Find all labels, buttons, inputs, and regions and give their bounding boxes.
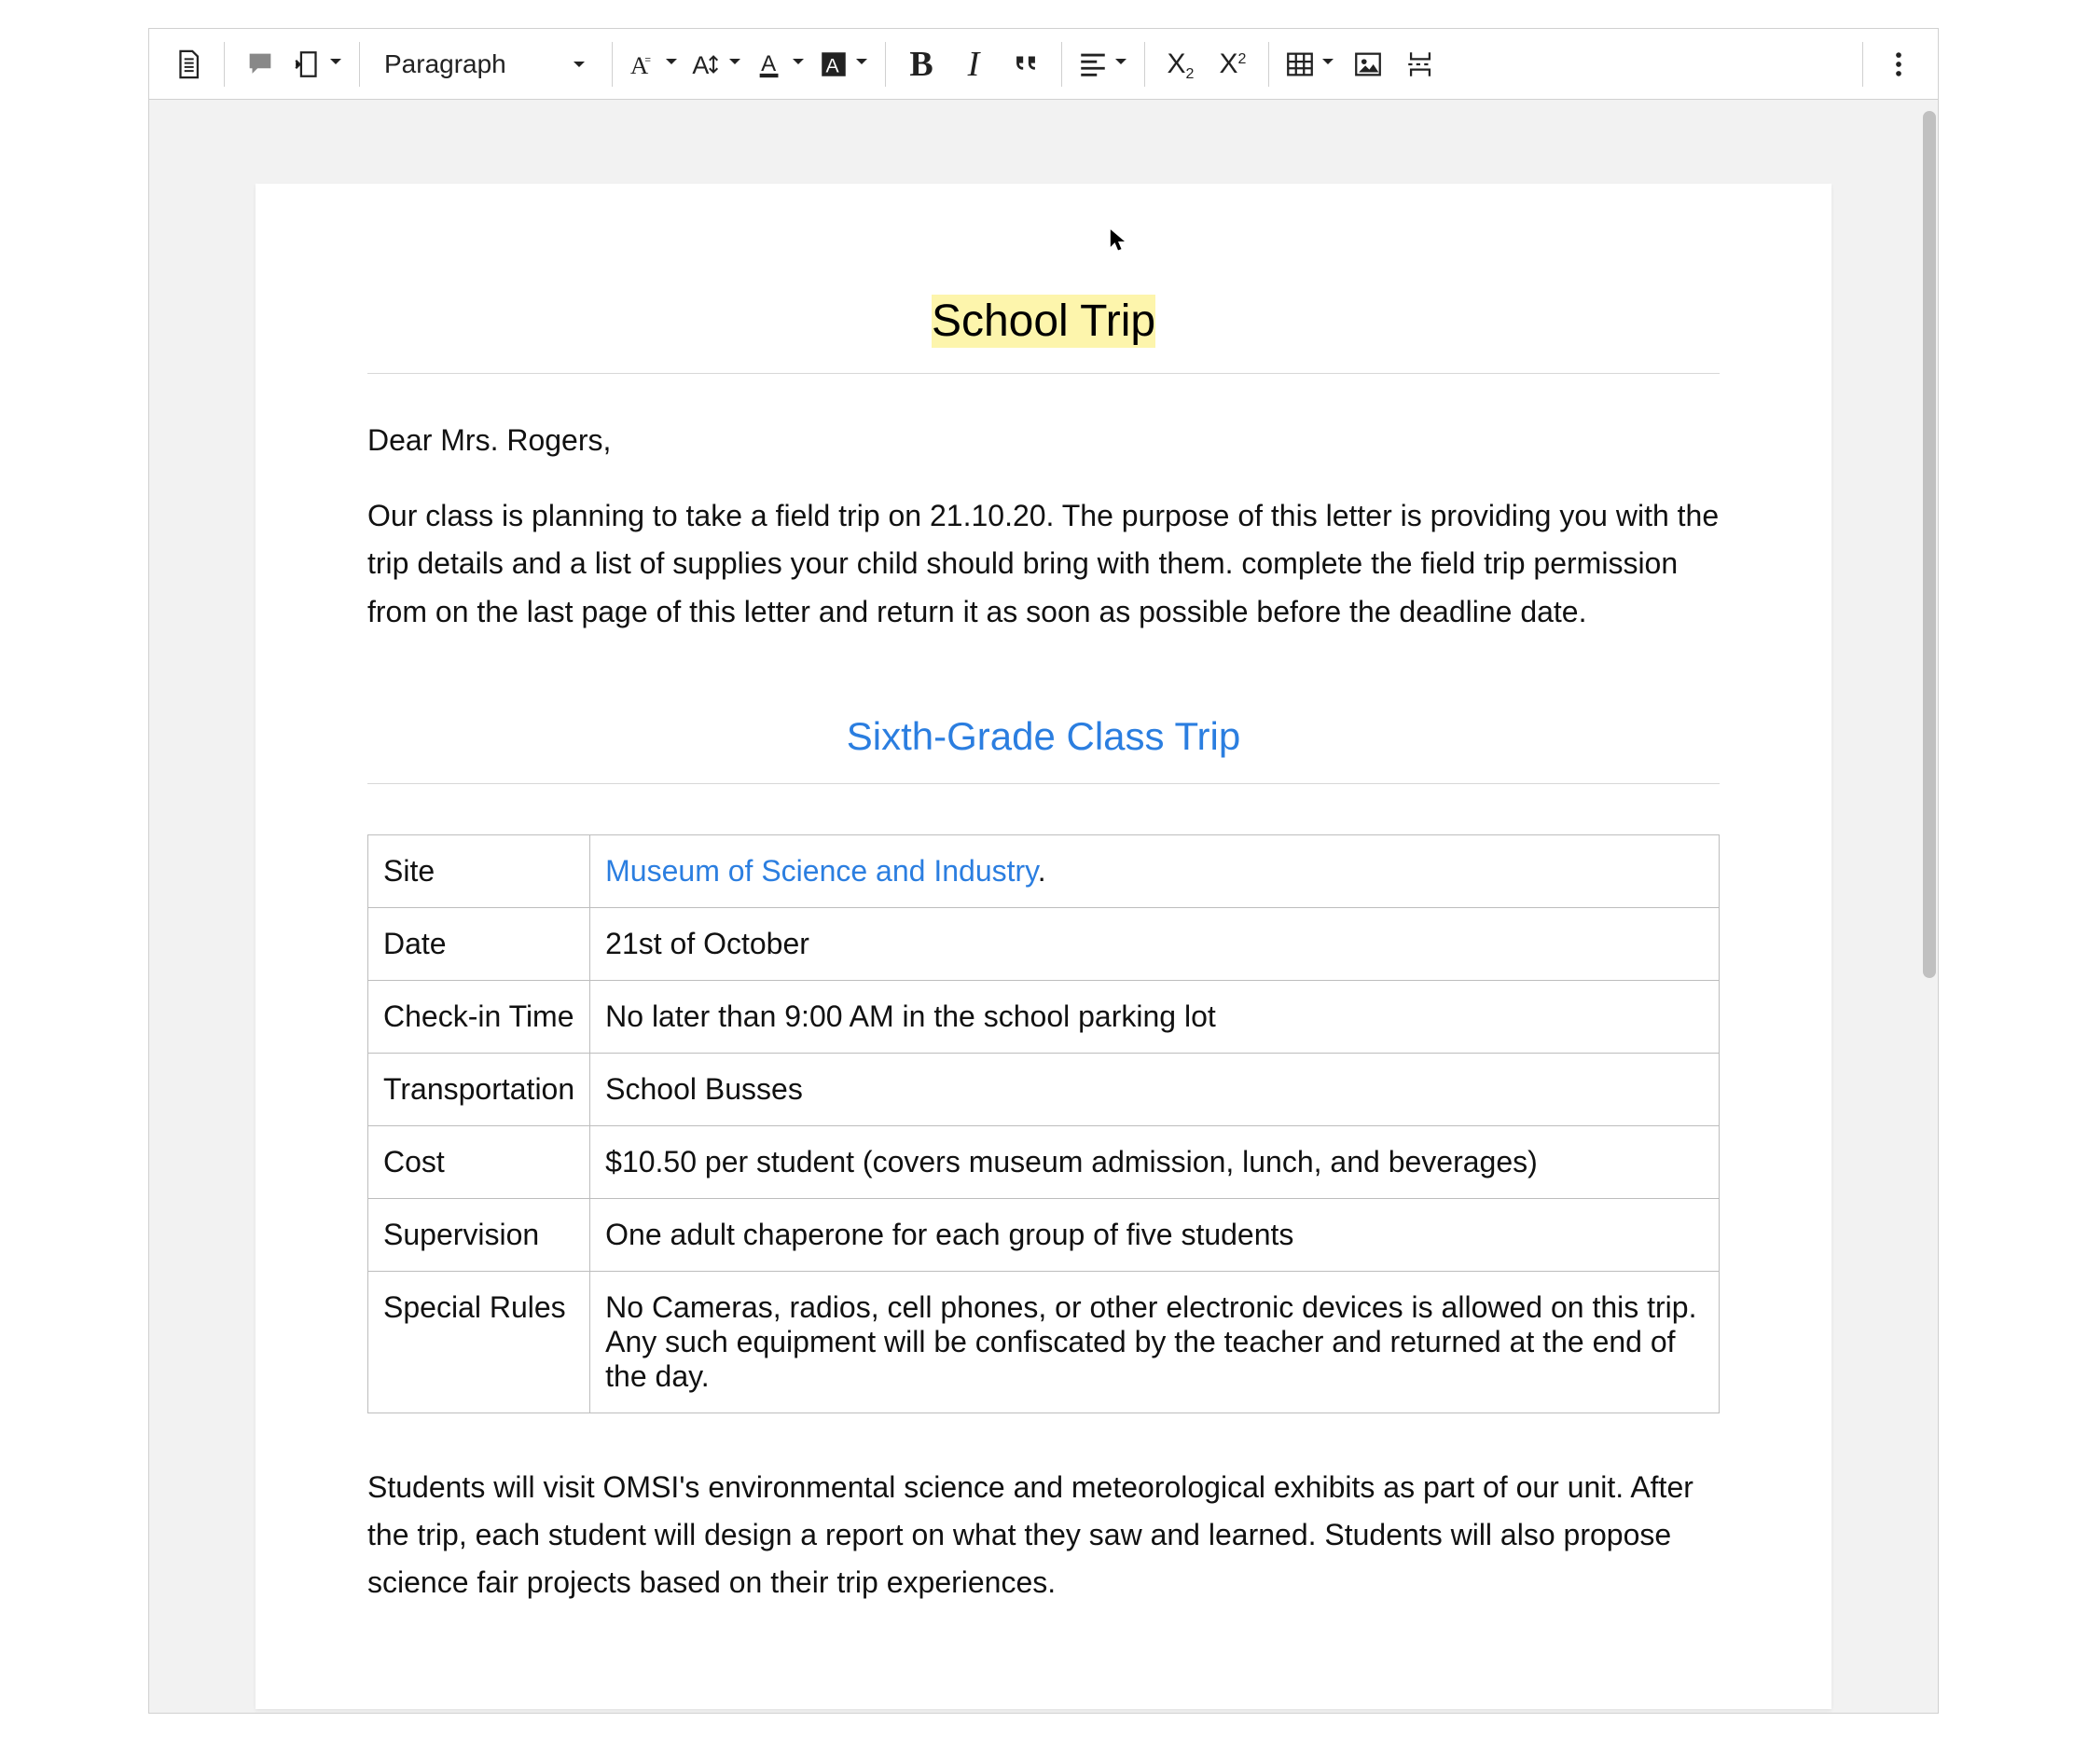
table-cell-label[interactable]: Site <box>368 834 590 907</box>
subheader-text[interactable]: Sixth-Grade Class Trip <box>847 714 1240 758</box>
document-page[interactable]: School Trip Dear Mrs. Rogers, Our class … <box>256 184 1831 1709</box>
table-row[interactable]: Transportation School Busses <box>368 1053 1720 1125</box>
svg-text:A: A <box>826 54 840 76</box>
toolbar-divider <box>1862 42 1863 87</box>
chevron-down-icon <box>663 53 680 75</box>
highlight-icon: A <box>818 48 850 80</box>
more-button[interactable] <box>1873 38 1925 90</box>
table-icon <box>1284 48 1316 80</box>
bold-button[interactable]: B <box>895 38 947 90</box>
table-cell-value[interactable]: No Cameras, radios, cell phones, or othe… <box>590 1271 1720 1413</box>
greeting-paragraph[interactable]: Dear Mrs. Rogers, <box>367 417 1720 464</box>
chevron-down-icon <box>853 53 870 75</box>
font-color-icon: A <box>754 48 786 80</box>
chevron-down-icon <box>1113 53 1129 75</box>
table-cell-label[interactable]: Date <box>368 907 590 980</box>
table-cell-label[interactable]: Transportation <box>368 1053 590 1125</box>
chevron-down-icon <box>571 49 587 79</box>
toolbar-divider <box>359 42 360 87</box>
toolbar-divider <box>885 42 886 87</box>
highlight-color-button[interactable]: A <box>812 38 876 90</box>
table-row[interactable]: Cost $10.50 per student (covers museum a… <box>368 1125 1720 1198</box>
align-button[interactable] <box>1071 38 1135 90</box>
intro-paragraph[interactable]: Our class is planning to take a field tr… <box>367 492 1720 636</box>
chevron-down-icon <box>790 53 807 75</box>
toolbar-divider <box>224 42 225 87</box>
museum-link[interactable]: Museum of Science and Industry <box>605 854 1038 888</box>
table-cell-label[interactable]: Check-in Time <box>368 980 590 1053</box>
editor-container: Paragraph A= A A A B I <box>148 28 1939 1714</box>
italic-icon: I <box>968 44 980 85</box>
chevron-down-icon <box>726 53 743 75</box>
paragraph-style-label: Paragraph <box>384 49 506 79</box>
scrollbar[interactable] <box>1923 111 1936 987</box>
subscript-icon: X2 <box>1168 48 1195 80</box>
table-cell-label[interactable]: Supervision <box>368 1198 590 1271</box>
closing-paragraph[interactable]: Students will visit OMSI's environmental… <box>367 1464 1720 1607</box>
quote-icon <box>1010 48 1042 80</box>
table-cell-value[interactable]: 21st of October <box>590 907 1720 980</box>
toolbar-divider <box>1144 42 1145 87</box>
toolbar-divider <box>1268 42 1269 87</box>
table-row[interactable]: Special Rules No Cameras, radios, cell p… <box>368 1271 1720 1413</box>
align-left-icon <box>1077 48 1109 80</box>
chevron-down-icon <box>1320 53 1336 75</box>
table-row[interactable]: Supervision One adult chaperone for each… <box>368 1198 1720 1271</box>
svg-text:A: A <box>692 50 709 78</box>
svg-text:A: A <box>761 51 777 76</box>
document-title[interactable]: School Trip <box>932 295 1155 348</box>
font-size-button[interactable]: A <box>685 38 749 90</box>
table-cell-value[interactable]: Museum of Science and Industry. <box>590 834 1720 907</box>
image-button[interactable] <box>1342 38 1394 90</box>
table-cell-label[interactable]: Special Rules <box>368 1271 590 1413</box>
document-icon-button[interactable] <box>162 38 214 90</box>
scrollbar-thumb[interactable] <box>1923 111 1936 978</box>
bold-icon: B <box>909 44 933 85</box>
track-changes-icon <box>292 48 324 80</box>
table-cell-value[interactable]: $10.50 per student (covers museum admiss… <box>590 1125 1720 1198</box>
subscript-button[interactable]: X2 <box>1154 38 1207 90</box>
blockquote-button[interactable] <box>1000 38 1052 90</box>
table-cell-value[interactable]: One adult chaperone for each group of fi… <box>590 1198 1720 1271</box>
toolbar: Paragraph A= A A A B I <box>149 29 1938 100</box>
speech-bubble-icon <box>244 48 276 80</box>
italic-button[interactable]: I <box>947 38 1000 90</box>
paragraph-style-dropdown[interactable]: Paragraph <box>369 38 602 90</box>
superscript-button[interactable]: X2 <box>1207 38 1259 90</box>
table-button[interactable] <box>1278 38 1342 90</box>
comment-button[interactable] <box>234 38 286 90</box>
chevron-down-icon <box>327 53 344 75</box>
font-color-button[interactable]: A <box>749 38 812 90</box>
trip-details-table[interactable]: Site Museum of Science and Industry. Dat… <box>367 834 1720 1413</box>
font-family-icon: A= <box>628 48 659 80</box>
font-size-icon: A <box>691 48 723 80</box>
table-row[interactable]: Date 21st of October <box>368 907 1720 980</box>
kebab-menu-icon <box>1883 48 1914 80</box>
subheader-section: Sixth-Grade Class Trip <box>367 714 1720 784</box>
image-icon <box>1352 48 1384 80</box>
page-break-button[interactable] <box>1394 38 1446 90</box>
table-row[interactable]: Check-in Time No later than 9:00 AM in t… <box>368 980 1720 1053</box>
document-canvas[interactable]: School Trip Dear Mrs. Rogers, Our class … <box>149 100 1938 1713</box>
table-cell-suffix: . <box>1038 854 1046 888</box>
document-icon <box>173 48 204 80</box>
table-cell-value[interactable]: School Busses <box>590 1053 1720 1125</box>
table-cell-value[interactable]: No later than 9:00 AM in the school park… <box>590 980 1720 1053</box>
svg-text:=: = <box>644 54 651 65</box>
document-title-section: School Trip <box>367 296 1720 374</box>
superscript-icon: X2 <box>1220 48 1247 80</box>
toolbar-divider <box>1061 42 1062 87</box>
track-changes-button[interactable] <box>286 38 350 90</box>
font-family-button[interactable]: A= <box>622 38 685 90</box>
table-row[interactable]: Site Museum of Science and Industry. <box>368 834 1720 907</box>
page-break-icon <box>1404 48 1436 80</box>
toolbar-divider <box>612 42 613 87</box>
table-cell-label[interactable]: Cost <box>368 1125 590 1198</box>
